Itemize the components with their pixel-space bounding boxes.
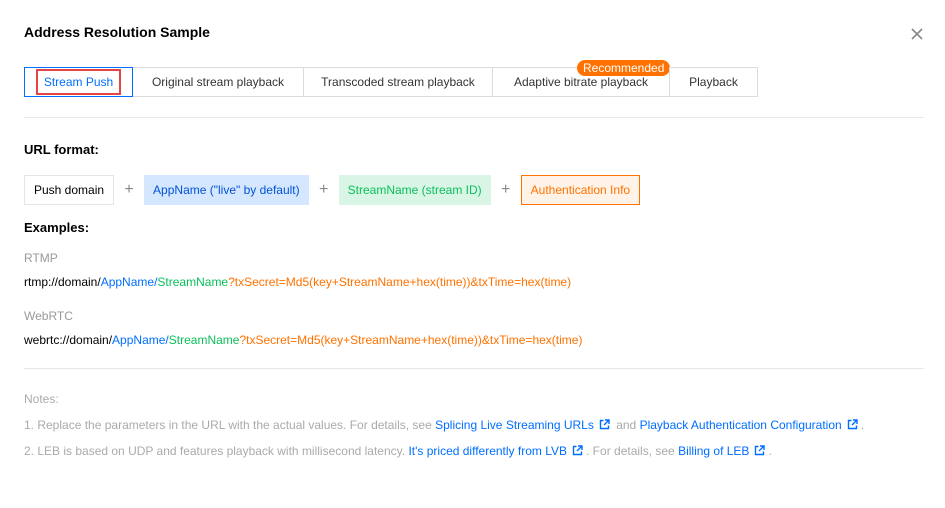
close-icon [911,28,923,40]
rtmp-url: rtmp://domain/AppName/StreamName?txSecre… [24,275,571,289]
url-format-title: URL format: [24,142,99,157]
close-button[interactable] [905,22,929,46]
external-link-icon[interactable] [847,419,858,430]
billing-leb-link[interactable]: Billing of LEB [678,444,749,458]
divider [24,117,924,118]
plus-sign: + [501,181,511,198]
streamname-chip: StreamName (stream ID) [338,175,491,205]
divider [24,368,924,369]
url-streamname: StreamName [157,275,229,289]
tab-label: Adaptive bitrate playback [513,75,649,89]
note-text: . For details, see [586,444,679,458]
url-streamname: StreamName [168,333,240,347]
rtmp-label: RTMP [24,251,58,265]
recommended-badge: Recommended [577,60,671,76]
note-2: 2. LEB is based on UDP and features play… [24,444,772,458]
tab-transcoded-stream-playback[interactable]: Transcoded stream playback [303,67,493,97]
tab-stream-push[interactable]: Stream Push [24,67,133,97]
url-prefix: rtmp://domain/ [24,275,101,289]
auth-info-chip: Authentication Info [520,175,641,205]
note-text: and [612,418,640,432]
webrtc-url: webrtc://domain/AppName/StreamName?txSec… [24,333,582,347]
external-link-icon[interactable] [599,419,610,430]
examples-title: Examples: [24,220,90,235]
dialog-title: Address Resolution Sample [24,24,210,40]
note-1: 1. Replace the parameters in the URL wit… [24,418,864,432]
plus-sign: + [318,181,329,198]
tab-original-stream-playback[interactable]: Original stream playback [132,67,304,97]
note-text: . [860,418,865,432]
plus-sign: + [124,181,134,198]
note-text: 2. LEB is based on UDP and features play… [24,444,409,458]
external-link-icon[interactable] [572,445,583,456]
url-prefix: webrtc://domain/ [24,333,113,347]
tab-playback[interactable]: Playback [669,67,758,97]
url-auth: ?txSecret=Md5(key+StreamName+hex(time))&… [239,333,583,347]
push-domain-chip: Push domain [24,175,115,205]
url-appname: AppName [112,333,166,347]
tab-label: Original stream playback [151,75,285,89]
url-auth: ?txSecret=Md5(key+StreamName+hex(time))&… [228,275,572,289]
appname-chip: AppName ("live" by default) [144,175,309,205]
tab-label: Transcoded stream playback [321,75,475,89]
note-text: . [768,444,772,458]
leb-pricing-link[interactable]: It's priced differently from LVB [408,444,567,458]
url-appname: AppName [100,275,155,289]
note-text: 1. Replace the parameters in the URL wit… [24,418,436,432]
tab-label: Playback [689,75,738,89]
playback-auth-link[interactable]: Playback Authentication Configuration [640,418,842,432]
notes-label: Notes: [24,392,59,406]
tab-adaptive-bitrate-playback[interactable]: Recommended Adaptive bitrate playback [492,60,671,97]
external-link-icon[interactable] [754,445,766,456]
tab-bar: Stream Push Original stream playback Tra… [24,60,758,97]
url-format-row: Push domain + AppName ("live" by default… [24,175,641,205]
splicing-urls-link[interactable]: Splicing Live Streaming URLs [435,418,594,432]
tab-label: Stream Push [35,69,122,95]
webrtc-label: WebRTC [24,309,73,323]
